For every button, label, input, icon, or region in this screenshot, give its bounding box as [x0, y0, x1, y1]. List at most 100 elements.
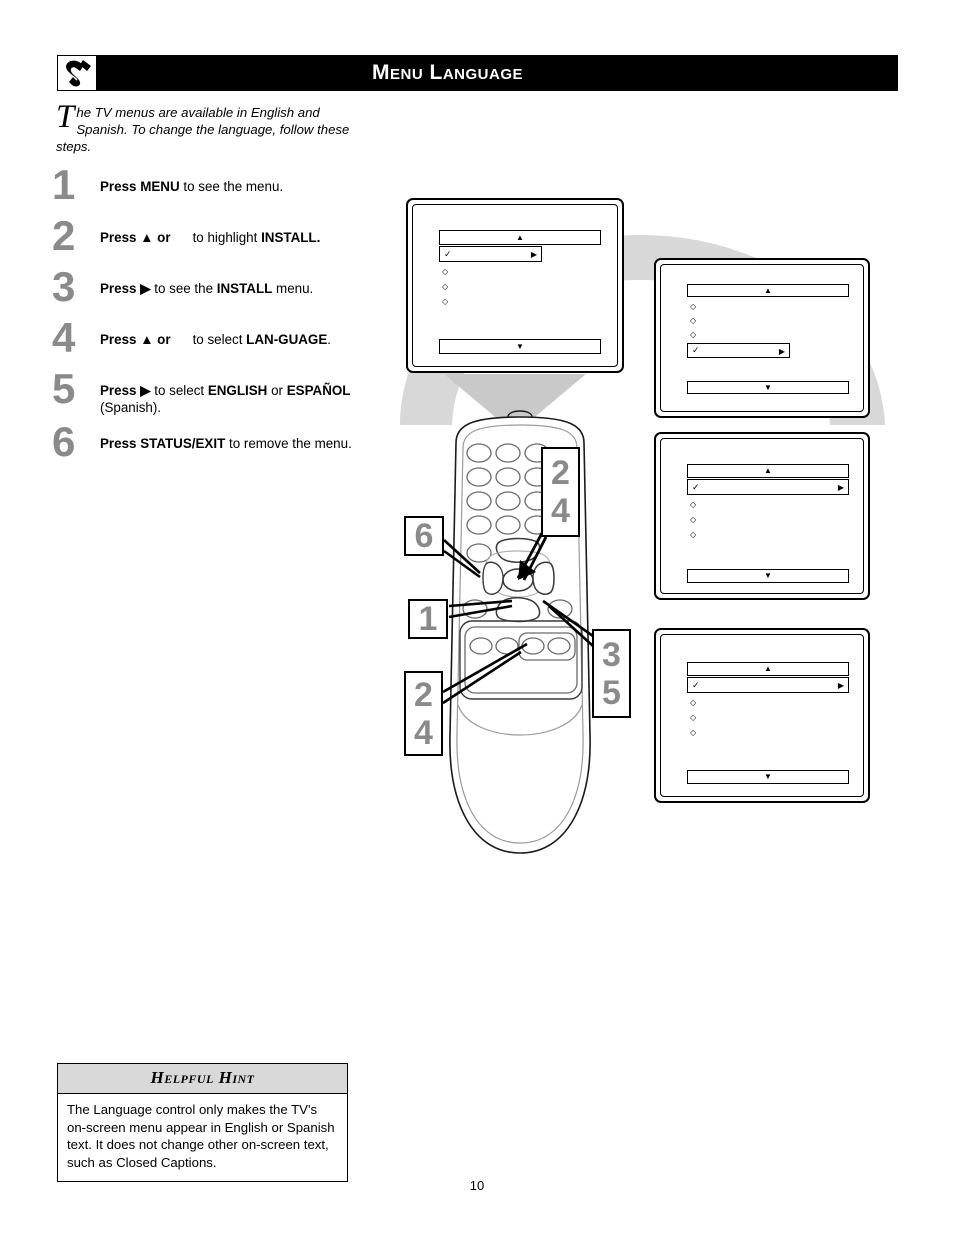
osd-bullet-icon[interactable] — [690, 330, 696, 339]
osd-highlighted-row[interactable] — [687, 677, 849, 693]
remote-menu-center-button — [502, 568, 534, 592]
check-icon — [692, 482, 700, 493]
osd-scroll-up-bar[interactable] — [439, 230, 601, 245]
helpful-hint-box: Helpful Hint The Language control only m… — [57, 1063, 348, 1182]
osd-bullet-icon[interactable] — [442, 297, 448, 306]
step-number: 3 — [52, 263, 76, 310]
check-icon — [692, 345, 700, 356]
callout-line: 5 — [602, 673, 621, 712]
tv-screen-install-menu — [654, 432, 870, 600]
helpful-hint-title: Helpful Hint — [58, 1064, 347, 1094]
arrow-down-icon — [764, 384, 772, 392]
callout-line: 1 — [418, 600, 438, 638]
arrow-up-icon — [516, 234, 524, 242]
osd-highlighted-row[interactable] — [687, 479, 849, 495]
arrow-right-icon — [838, 482, 844, 492]
step-number: 4 — [52, 314, 76, 361]
osd-scroll-down-bar[interactable] — [687, 381, 849, 394]
osd-bullet-icon[interactable] — [690, 316, 696, 325]
step-number: 2 — [52, 212, 76, 259]
osd-scroll-up-bar[interactable] — [687, 662, 849, 676]
osd-highlighted-row[interactable] — [687, 343, 790, 358]
callout-line: 4 — [551, 492, 570, 530]
tv-screen-bezel — [412, 204, 618, 367]
osd-language — [661, 635, 863, 796]
tv-screen-bezel — [660, 634, 864, 797]
intro-paragraph: The TV menus are available in English an… — [56, 99, 356, 155]
step-text: Press ▲ or to highlight INSTALL. — [100, 230, 321, 245]
step-item: 1 Press MENU to see the menu. — [52, 164, 362, 210]
arrow-right-icon — [531, 249, 537, 259]
osd-bullet-icon[interactable] — [690, 713, 696, 722]
tv-screen-bezel — [660, 438, 864, 594]
instruction-steps-list: 1 Press MENU to see the menu. 2 Press ▲ … — [52, 164, 362, 480]
osd-install — [661, 265, 863, 411]
step-text: Press ▲ or to select LAN-GUAGE. — [100, 332, 331, 347]
callout-line: 2 — [414, 675, 433, 714]
step-item: 4 Press ▲ or to select LAN-GUAGE. — [52, 317, 362, 363]
page-header-bar: Menu Language — [57, 55, 898, 91]
osd-scroll-down-bar[interactable] — [687, 569, 849, 583]
step-number: 6 — [52, 418, 76, 465]
remote-cursor-right-button — [532, 561, 555, 595]
arrow-right-icon — [838, 680, 844, 690]
intro-text: he TV menus are available in English and… — [56, 105, 350, 154]
arrow-down-icon — [516, 343, 524, 351]
callout-3-5: 3 5 — [592, 629, 631, 718]
osd-scroll-down-bar[interactable] — [439, 339, 601, 354]
tv-screen-bezel — [660, 264, 864, 412]
arrow-up-icon — [764, 665, 772, 673]
arrow-down-icon — [764, 572, 772, 580]
remote-cursor-left-button — [482, 561, 504, 595]
osd-scroll-up-bar[interactable] — [687, 284, 849, 297]
callout-1: 1 — [408, 599, 448, 639]
step-number: 1 — [52, 161, 76, 208]
philips-swoosh-icon — [57, 55, 97, 91]
tv-screen-install — [654, 258, 870, 418]
tv-screen-language — [654, 628, 870, 803]
intro-dropcap: T — [56, 99, 75, 135]
check-icon — [444, 249, 452, 260]
arrow-up-icon — [764, 287, 772, 295]
step-item: 5 Press ▶ to select ENGLISH or ESPAÑOL (… — [52, 368, 362, 416]
step-number: 5 — [52, 365, 76, 412]
callout-2-4-top: 2 4 — [541, 447, 580, 537]
osd-bullet-icon[interactable] — [690, 500, 696, 509]
callout-2-4-bottom: 2 4 — [404, 671, 443, 756]
page-title: Menu Language — [372, 61, 523, 84]
osd-bullet-icon[interactable] — [442, 267, 448, 276]
arrow-right-icon — [779, 346, 785, 356]
remote-cursor-down-button — [495, 597, 541, 623]
callout-6: 6 — [404, 516, 444, 556]
step-item: 2 Press ▲ or to highlight INSTALL. — [52, 215, 362, 261]
osd-bullet-icon[interactable] — [690, 530, 696, 539]
osd-bullet-icon[interactable] — [690, 728, 696, 737]
osd-main — [413, 205, 617, 366]
arrow-down-icon — [764, 773, 772, 781]
arrow-up-icon — [764, 467, 772, 475]
step-item: 6 Press STATUS/EXIT to remove the menu. — [52, 421, 362, 467]
helpful-hint-body: The Language control only makes the TV's… — [67, 1102, 335, 1170]
osd-install-menu — [661, 439, 863, 593]
remote-control-illustration — [449, 410, 591, 854]
step-text: Press MENU to see the menu. — [100, 179, 284, 194]
step-text: Press ▶ to see the INSTALL menu. — [100, 281, 314, 296]
tv-screen-main — [406, 198, 624, 373]
page-number: 10 — [469, 1178, 485, 1193]
step-text: Press STATUS/EXIT to remove the menu. — [100, 436, 352, 451]
osd-highlighted-row[interactable] — [439, 246, 542, 262]
callout-line: 6 — [414, 517, 434, 555]
osd-bullet-icon[interactable] — [442, 282, 448, 291]
osd-bullet-icon[interactable] — [690, 515, 696, 524]
callout-line: 2 — [551, 454, 570, 492]
osd-scroll-down-bar[interactable] — [687, 770, 849, 784]
step-text: Press ▶ to select ENGLISH or ESPAÑOL (Sp… — [100, 383, 351, 415]
osd-bullet-icon[interactable] — [690, 302, 696, 311]
step-item: 3 Press ▶ to see the INSTALL menu. — [52, 266, 362, 312]
callout-line: 4 — [414, 713, 433, 752]
callout-line: 3 — [602, 635, 621, 674]
osd-scroll-up-bar[interactable] — [687, 464, 849, 478]
check-icon — [692, 680, 700, 691]
remote-cursor-up-button — [495, 537, 541, 563]
osd-bullet-icon[interactable] — [690, 698, 696, 707]
